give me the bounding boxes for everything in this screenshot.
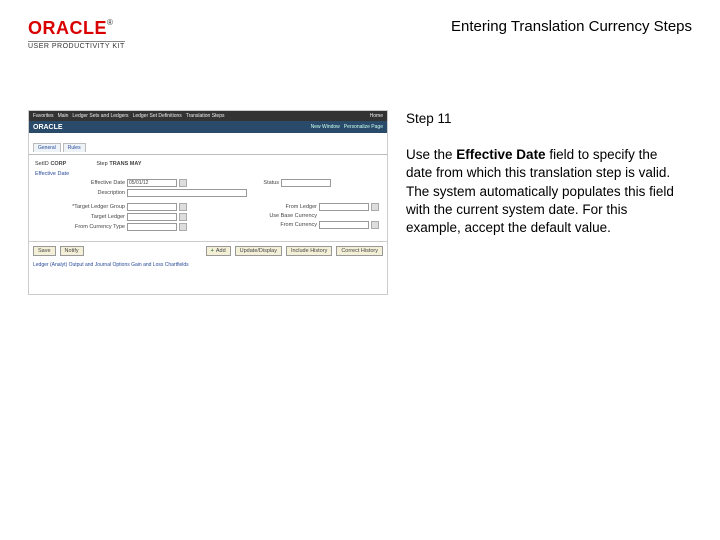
from-ledger-label: From Ledger <box>247 204 317 210</box>
lookup-icon[interactable] <box>179 213 187 221</box>
from-ledger-input[interactable] <box>319 203 369 211</box>
nav-translation-steps[interactable]: Translation Steps <box>186 113 225 119</box>
step-label: Step <box>96 161 107 167</box>
from-curr-label: From Currency <box>247 222 317 228</box>
logo-block: ORACLE® USER PRODUCTIVITY KIT <box>28 18 125 50</box>
instruction-text: Use the Effective Date field to specify … <box>406 146 682 237</box>
tab-rules[interactable]: Rules <box>63 143 86 152</box>
target-ledger-label: Target Ledger <box>55 214 125 220</box>
save-button[interactable]: Save <box>33 246 56 256</box>
from-curr-type-input[interactable] <box>127 223 177 231</box>
from-curr-input[interactable] <box>319 221 369 229</box>
target-group-label: *Target Ledger Group <box>55 204 125 210</box>
ss-topbar: Favorites Main Ledger Sets and Ledgers L… <box>29 111 387 121</box>
lookup-icon[interactable] <box>371 203 379 211</box>
include-history-button[interactable]: Include History <box>286 246 332 256</box>
home-link[interactable]: Home <box>370 113 383 119</box>
setid-label: SetID <box>35 161 49 167</box>
ss-brandbar: ORACLE New Window Personalize Page <box>29 121 387 133</box>
step-label: Step 11 <box>406 110 682 128</box>
ss-oracle-brand: ORACLE <box>33 124 63 131</box>
desc-label: Description <box>55 190 125 196</box>
tab-general[interactable]: General <box>33 143 61 152</box>
page-title: Entering Translation Currency Steps <box>451 18 692 35</box>
correct-history-button[interactable]: Correct History <box>336 246 383 256</box>
target-ledger-input[interactable] <box>127 213 177 221</box>
from-curr-type-label: From Currency Type <box>55 224 125 230</box>
oracle-logo: ORACLE <box>28 18 107 38</box>
setid-value: CORP <box>50 161 66 167</box>
desc-input[interactable] <box>127 189 247 197</box>
nav-ledger-defs[interactable]: Ledger Set Definitions <box>133 113 182 119</box>
status-label: Status <box>209 180 279 186</box>
add-button[interactable]: +Add <box>206 246 231 256</box>
lookup-icon[interactable] <box>371 221 379 229</box>
nav-ledger-sets[interactable]: Ledger Sets and Ledgers <box>72 113 128 119</box>
eff-date-input[interactable]: 05/01/12 <box>127 179 177 187</box>
calendar-icon[interactable] <box>179 179 187 187</box>
ss-footer-links[interactable]: Ledger (Analyt) Output and Journal Optio… <box>29 260 387 270</box>
notify-button[interactable]: Notify <box>60 246 84 256</box>
section-header: Effective Date <box>35 171 381 177</box>
status-input[interactable] <box>281 179 331 187</box>
update-button[interactable]: Update/Display <box>235 246 282 256</box>
instruction-bold: Effective Date <box>456 147 545 162</box>
lookup-icon[interactable] <box>179 203 187 211</box>
eff-date-label: Effective Date <box>55 180 125 186</box>
base-curr-label: Use Base Currency <box>247 213 317 219</box>
trademark: ® <box>107 18 113 27</box>
upk-label: USER PRODUCTIVITY KIT <box>28 41 125 50</box>
app-screenshot: Favorites Main Ledger Sets and Ledgers L… <box>28 110 388 295</box>
ss-sublinks <box>29 133 387 141</box>
nav-favorites[interactable]: Favorites <box>33 113 54 119</box>
target-group-input[interactable] <box>127 203 177 211</box>
ss-tabs: General Rules <box>29 141 387 155</box>
plus-icon: + <box>211 248 214 254</box>
new-window-link[interactable]: New Window <box>311 124 340 130</box>
nav-main[interactable]: Main <box>58 113 69 119</box>
lookup-icon[interactable] <box>179 223 187 231</box>
step-value: TRANS MAY <box>109 161 141 167</box>
personalize-link[interactable]: Personalize Page <box>344 124 383 130</box>
